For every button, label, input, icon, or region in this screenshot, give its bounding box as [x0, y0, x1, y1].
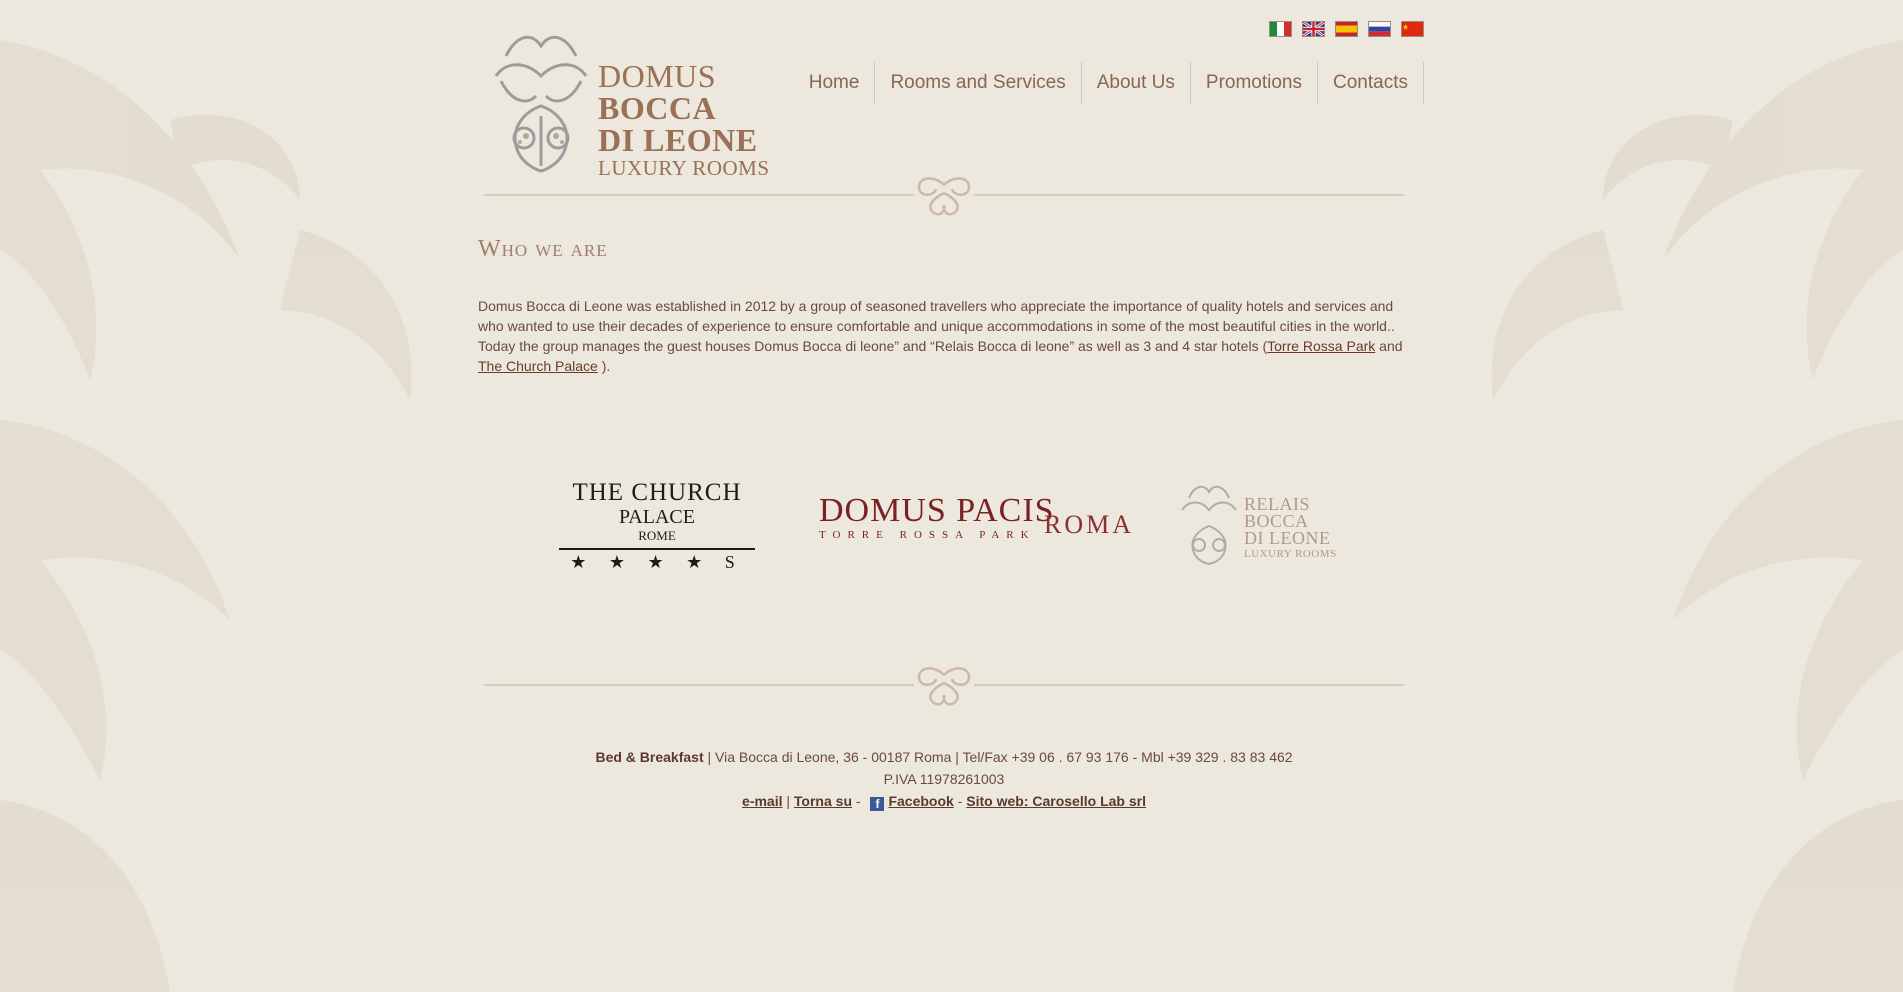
back-to-top-link[interactable]: Torna su: [794, 793, 852, 809]
relais-lion-icon: [1181, 485, 1237, 566]
email-link[interactable]: e-mail: [742, 793, 782, 809]
italian-flag-icon[interactable]: Italiano: [1269, 21, 1292, 37]
site-footer: Bed & Breakfast | Via Bocca di Leone, 36…: [474, 746, 1414, 812]
page-title: Who we are: [478, 236, 608, 262]
nav-rooms-and-services[interactable]: Rooms and Services: [875, 62, 1082, 104]
spanish-flag-icon[interactable]: Español: [1335, 21, 1358, 37]
relais-logo-line-3: DI LEONE: [1244, 528, 1331, 548]
church-palace-logo[interactable]: THE CHURCH PALACE ROME ★ ★ ★ ★ S: [559, 480, 755, 573]
footer-separator: -: [852, 793, 865, 809]
church-palace-link[interactable]: The Church Palace: [478, 358, 598, 374]
footer-vat: P.IVA 11978261003: [883, 771, 1005, 787]
about-text-part-3: ).: [597, 358, 611, 374]
language-selector: Italiano English Español Русский 中文: [1269, 21, 1424, 37]
about-text-part-2: and: [1375, 338, 1403, 354]
church-logo-stars: ★ ★ ★ ★ S: [570, 552, 744, 572]
footer-links: e-mail | Torna su - f Facebook - Sito web…: [474, 790, 1414, 812]
russian-flag-icon[interactable]: Русский: [1368, 21, 1391, 37]
about-text-part-1: Domus Bocca di Leone was established in …: [478, 298, 1395, 354]
ornament-divider-top: [484, 177, 1404, 216]
logo-line-3: DI LEONE: [598, 122, 758, 158]
domus-pacis-logo[interactable]: DOMUS PACIS TORRE ROSSA PARK ROMA: [819, 494, 1149, 542]
relais-bocca-di-leone-logo[interactable]: RELAIS BOCCA DI LEONE LUXURY ROOMS: [1174, 478, 1354, 568]
church-logo-rule: [559, 548, 755, 550]
site-credit-link[interactable]: Sito web: Carosello Lab srl: [966, 793, 1146, 809]
uk-flag-icon[interactable]: English: [1302, 21, 1325, 37]
logo-line-1: DOMUS: [598, 58, 717, 94]
page-container: DOMUS BOCCA DI LEONE LUXURY ROOMS Italia…: [474, 0, 1424, 992]
facebook-link[interactable]: Facebook: [888, 793, 953, 809]
main-navigation: Home Rooms and Services About Us Promoti…: [794, 62, 1424, 104]
footer-address: | Via Bocca di Leone, 36 - 00187 Roma | …: [703, 749, 1293, 765]
logo-line-2: BOCCA: [598, 90, 717, 126]
church-logo-line-1: THE CHURCH: [572, 479, 742, 506]
torre-rossa-park-link[interactable]: Torre Rossa Park: [1267, 338, 1375, 354]
nav-home[interactable]: Home: [794, 62, 876, 104]
footer-separator: -: [953, 793, 967, 809]
nav-contacts[interactable]: Contacts: [1318, 62, 1424, 104]
church-logo-line-3: ROME: [638, 528, 676, 543]
nav-about-us[interactable]: About Us: [1082, 62, 1191, 104]
relais-logo-text: RELAIS BOCCA DI LEONE LUXURY ROOMS: [1244, 495, 1337, 561]
lion-logo-icon: [494, 35, 588, 173]
nav-promotions[interactable]: Promotions: [1191, 62, 1319, 104]
footer-address-line: Bed & Breakfast | Via Bocca di Leone, 36…: [474, 746, 1414, 768]
footer-type-label: Bed & Breakfast: [595, 749, 704, 765]
pacis-logo-city: ROMA: [1044, 510, 1135, 539]
chinese-flag-icon[interactable]: 中文: [1401, 21, 1424, 37]
site-logo[interactable]: DOMUS BOCCA DI LEONE LUXURY ROOMS: [486, 26, 786, 181]
footer-separator: |: [782, 793, 794, 809]
relais-logo-line-4: LUXURY ROOMS: [1244, 548, 1337, 560]
church-logo-line-2: PALACE: [619, 506, 695, 528]
logo-wordmark: DOMUS BOCCA DI LEONE LUXURY ROOMS: [598, 60, 770, 180]
ornament-divider-bottom: [484, 667, 1404, 706]
facebook-icon[interactable]: f: [870, 797, 885, 811]
about-text: Domus Bocca di Leone was established in …: [478, 296, 1418, 376]
